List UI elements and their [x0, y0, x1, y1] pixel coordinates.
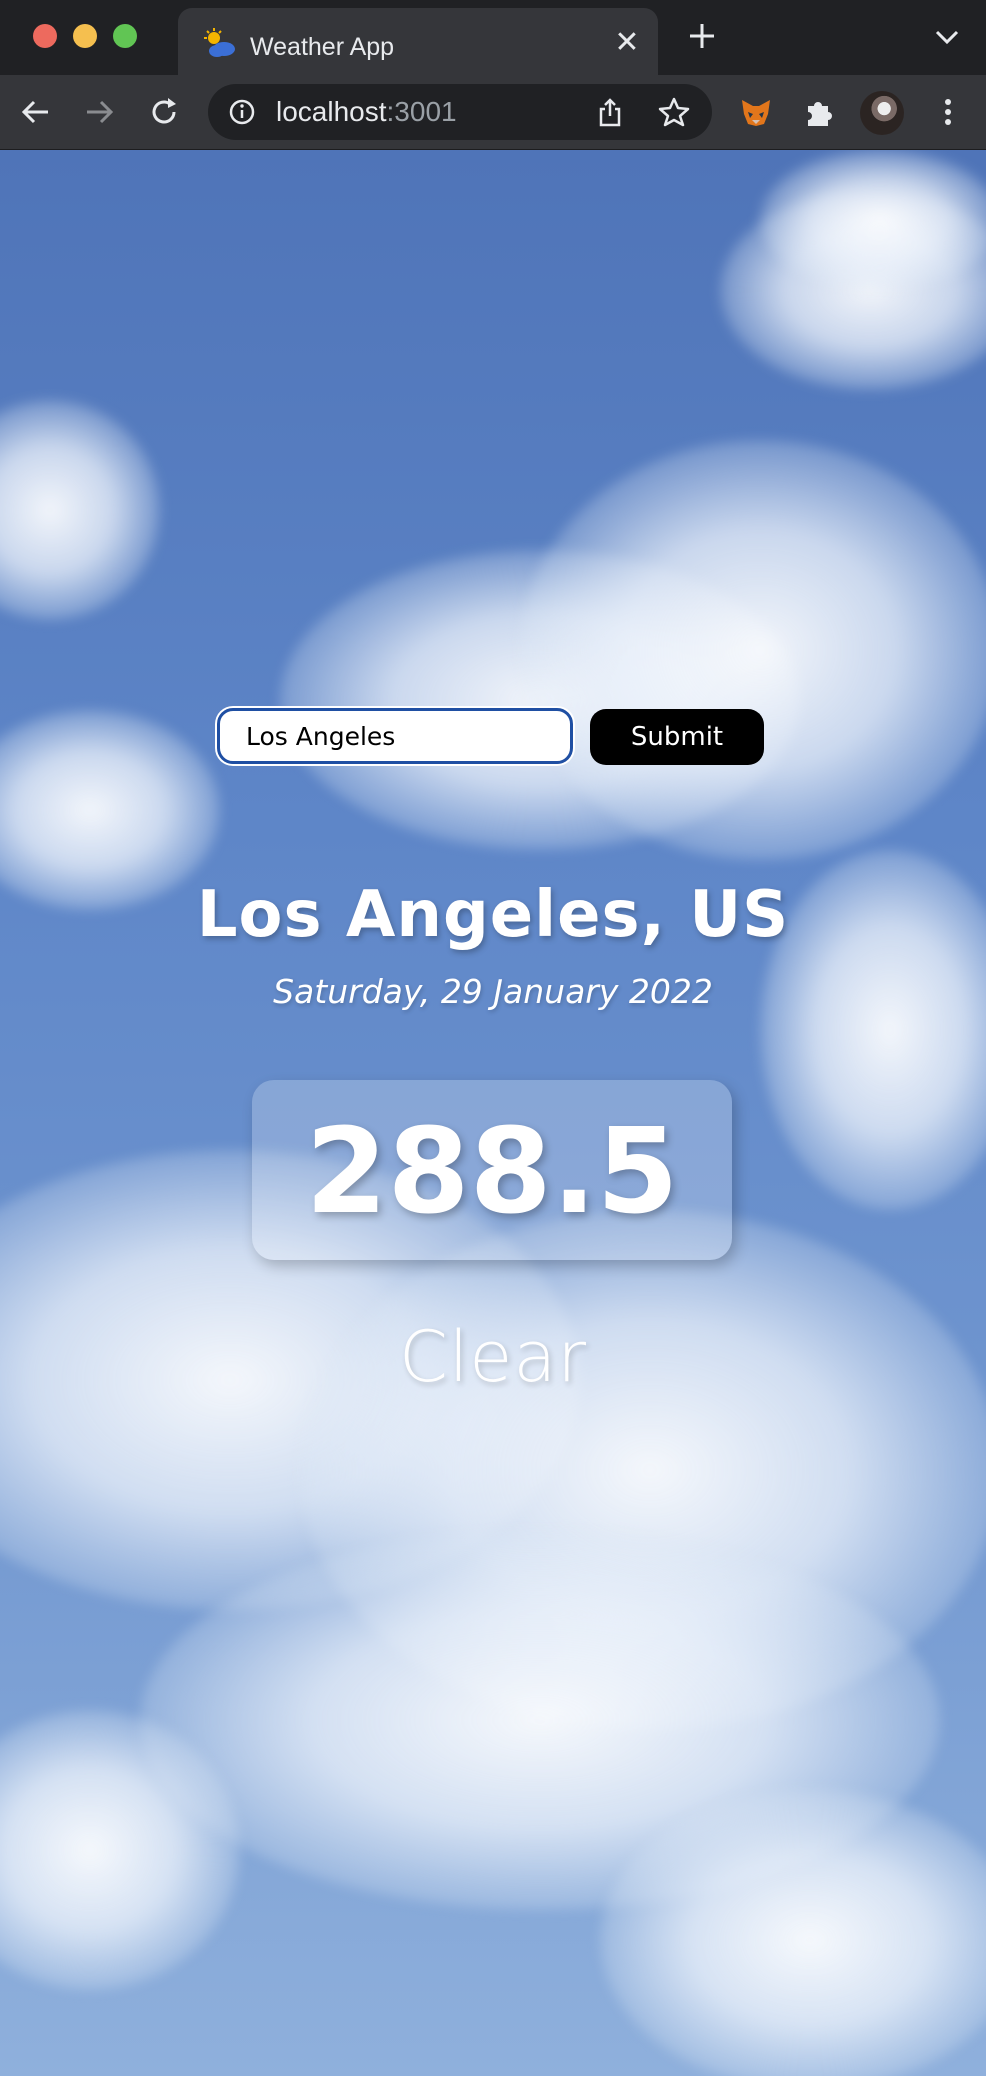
profile-avatar[interactable] — [860, 91, 904, 135]
temperature-card: 288.5 — [252, 1080, 732, 1260]
submit-button[interactable]: Submit — [590, 709, 764, 765]
url-port: :3001 — [386, 96, 457, 127]
browser-toolbar: localhost:3001 — [0, 75, 986, 150]
bookmark-star-icon[interactable] — [658, 96, 690, 128]
new-tab-plus-icon[interactable] — [686, 20, 718, 52]
tab-close-icon[interactable]: ✕ — [612, 28, 642, 58]
weather-sun-cloud-icon — [204, 28, 235, 57]
url-text[interactable]: localhost:3001 — [276, 98, 457, 126]
window-minimize-button[interactable] — [73, 24, 97, 48]
location-heading: Los Angeles, US — [196, 878, 790, 952]
page-viewport: Submit Los Angeles, US Saturday, 29 Janu… — [0, 150, 986, 2076]
url-host: localhost — [276, 96, 387, 127]
current-date: Saturday, 29 January 2022 — [273, 972, 713, 1011]
city-search-input[interactable] — [217, 708, 573, 764]
temperature-value: 288.5 — [305, 1102, 679, 1240]
window-zoom-button[interactable] — [113, 24, 137, 48]
extensions-puzzle-icon[interactable] — [802, 94, 838, 130]
address-bar[interactable]: localhost:3001 — [208, 84, 712, 140]
active-tab[interactable]: Weather App ✕ — [178, 8, 658, 75]
tab-search-chevron-icon[interactable] — [934, 28, 960, 46]
window-close-button[interactable] — [33, 24, 57, 48]
weather-condition: Clear — [398, 1316, 588, 1398]
menu-kebab-icon[interactable] — [930, 94, 966, 130]
site-info-icon[interactable] — [228, 98, 256, 126]
forward-arrow-icon[interactable] — [81, 94, 117, 130]
city-search-form: Submit — [217, 708, 765, 768]
metamask-fox-icon[interactable] — [738, 94, 774, 130]
share-icon[interactable] — [596, 98, 624, 128]
tab-title: Weather App — [250, 33, 395, 61]
back-arrow-icon[interactable] — [18, 94, 54, 130]
reload-icon[interactable] — [146, 94, 182, 130]
browser-tab-strip: Weather App ✕ — [0, 0, 986, 75]
